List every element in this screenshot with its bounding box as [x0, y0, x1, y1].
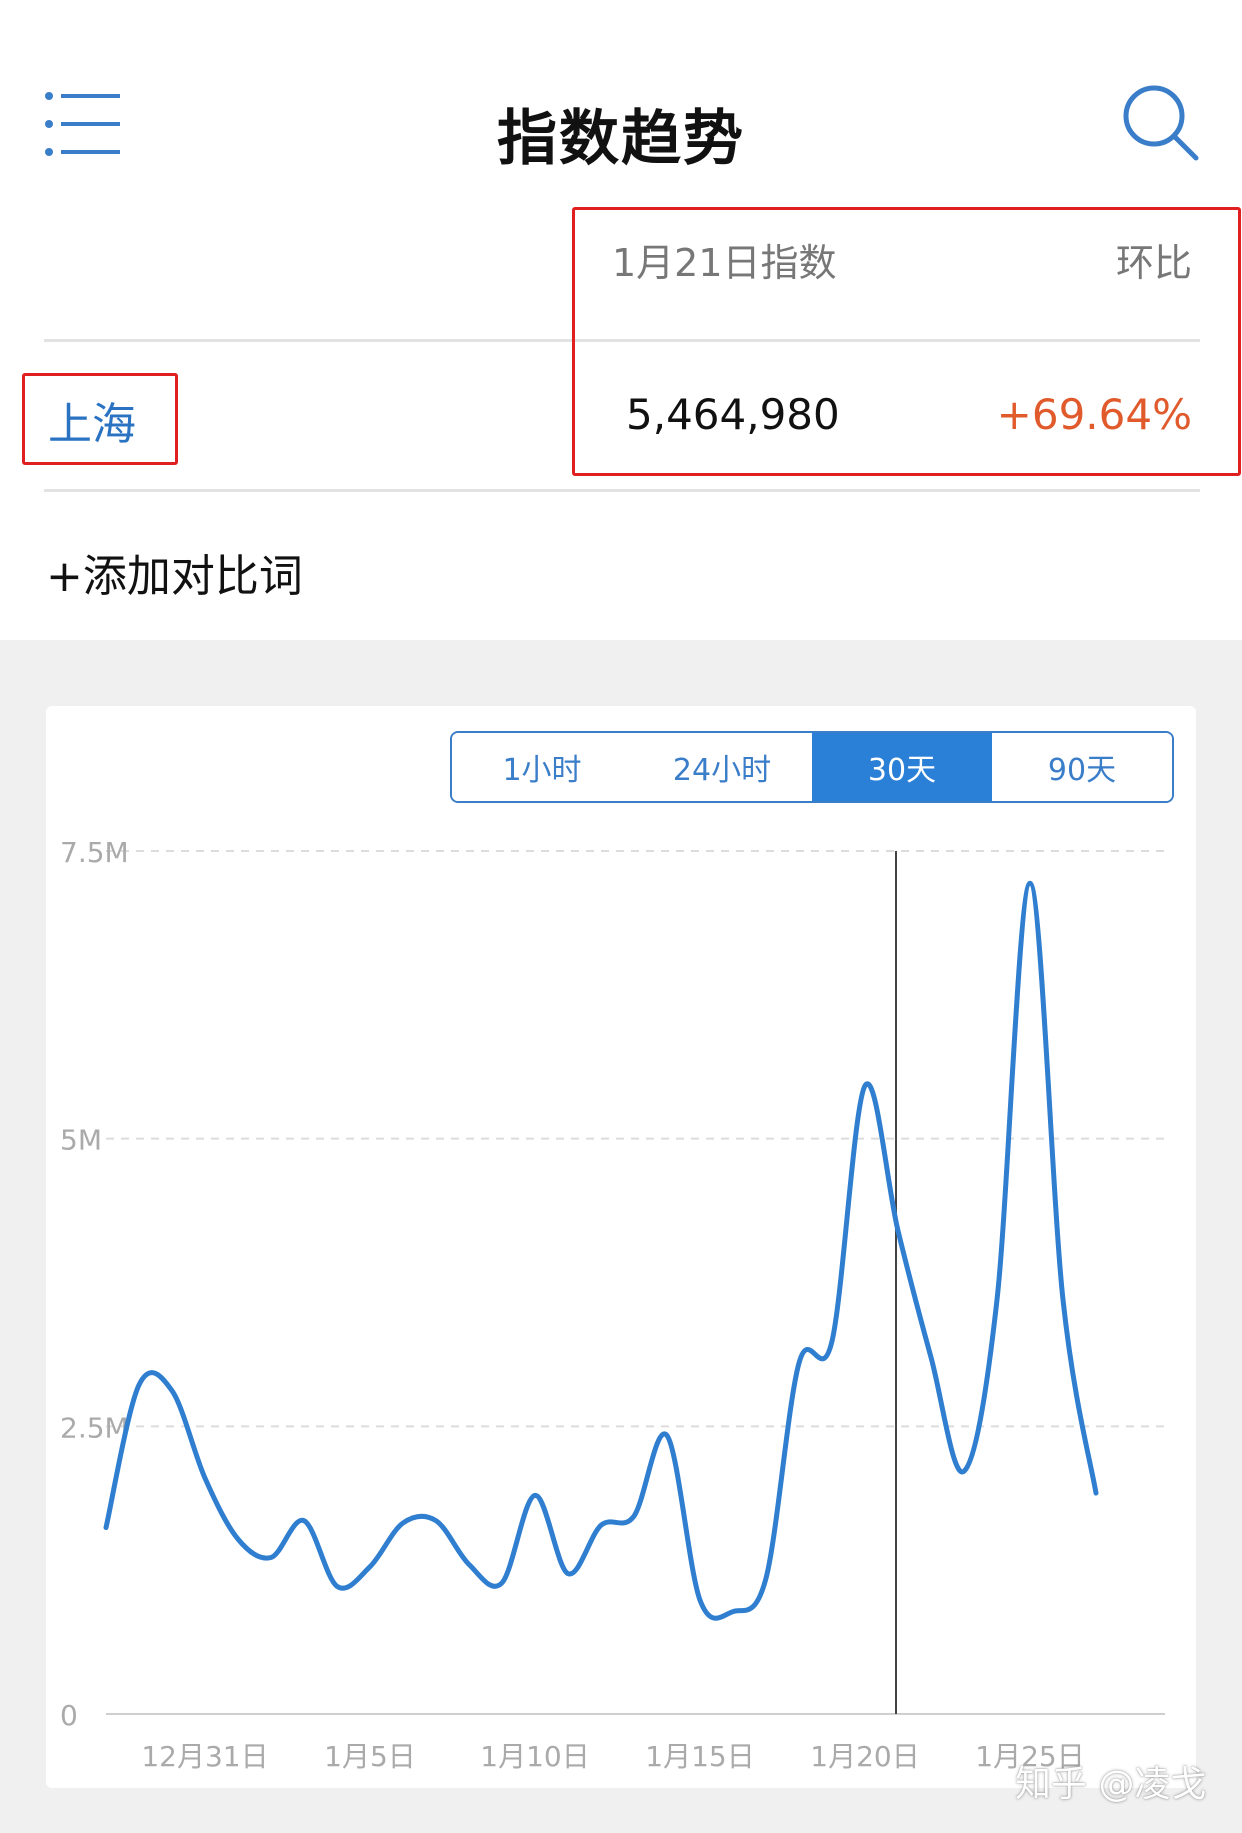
y-tick-label: 7.5M [60, 836, 129, 869]
y-tick-label: 0 [60, 1699, 78, 1732]
x-tick-label: 1月10日 [480, 1740, 589, 1773]
x-tick-label: 1月15日 [645, 1740, 754, 1773]
series-line [103, 880, 1099, 1621]
watermark: 知乎 @凌戈 [1015, 1764, 1207, 1805]
x-tick-label: 12月31日 [141, 1740, 268, 1773]
x-tick-label: 1月20日 [810, 1740, 919, 1773]
y-tick-label: 5M [60, 1124, 102, 1157]
trend-chart[interactable]: 02.5M5M7.5M12月31日 1月5日 1月10日 1月15日 1月20日 1月25… [0, 0, 1242, 1833]
x-tick-label: 1月5日 [324, 1740, 416, 1773]
y-tick-label: 2.5M [60, 1411, 129, 1444]
